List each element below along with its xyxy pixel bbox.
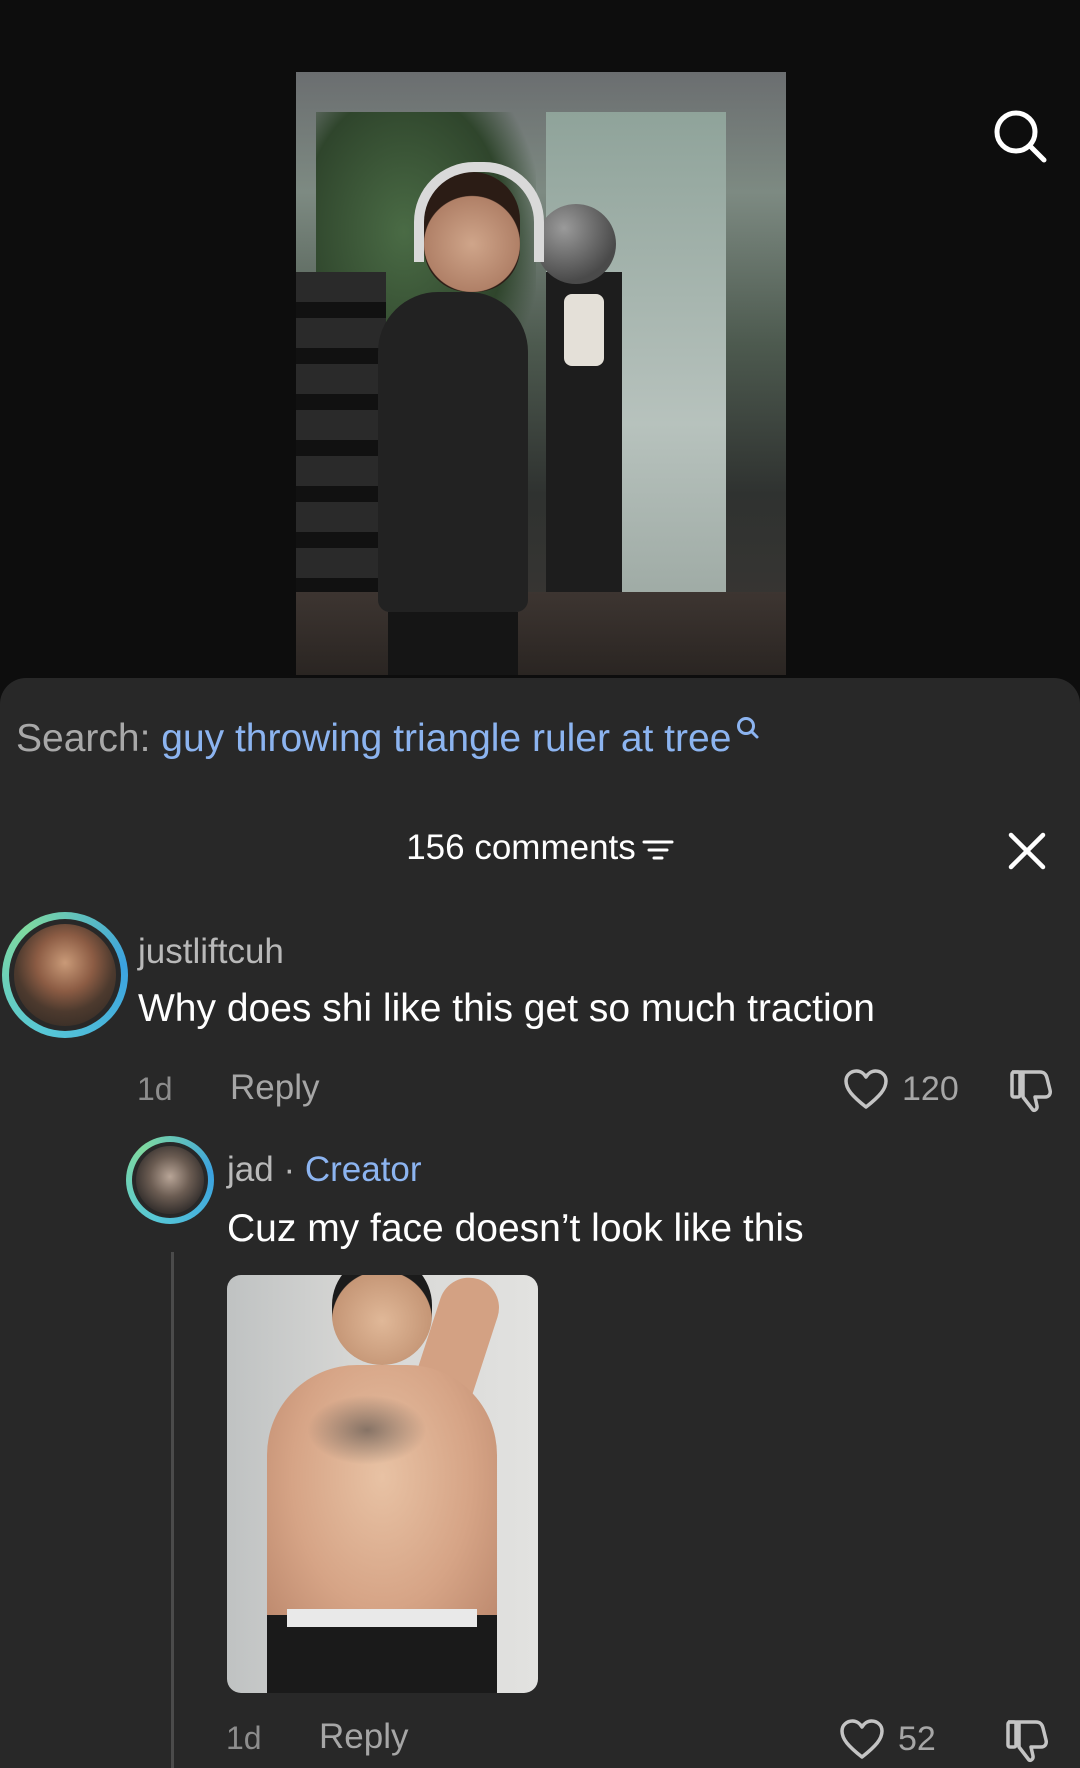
reply-button[interactable]: Reply	[230, 1068, 319, 1108]
like-count: 120	[902, 1070, 959, 1108]
username-separator: ·	[273, 1150, 305, 1189]
avatar[interactable]	[136, 1146, 204, 1214]
comment-text: Why does shi like this get so much tract…	[138, 987, 875, 1030]
thread-line	[171, 1252, 174, 1768]
video-area	[0, 0, 1080, 680]
search-suggestion[interactable]: Search: guy throwing triangle ruler at t…	[16, 717, 761, 761]
search-prefix: Search:	[16, 717, 151, 760]
thumbs-down-icon[interactable]	[1006, 1066, 1058, 1114]
creator-badge: Creator	[304, 1150, 422, 1189]
reply-username-text[interactable]: jad	[227, 1150, 274, 1189]
heart-icon[interactable]	[839, 1718, 885, 1760]
search-query-link[interactable]: guy throwing triangle ruler at tree	[161, 717, 731, 760]
avatar[interactable]	[14, 924, 116, 1026]
heart-icon[interactable]	[843, 1068, 889, 1110]
search-icon[interactable]	[990, 106, 1050, 166]
filter-icon[interactable]	[642, 837, 674, 863]
search-small-icon	[737, 717, 759, 739]
reply-time: 1d	[226, 1720, 262, 1756]
comment-time: 1d	[137, 1071, 173, 1107]
video-thumbnail[interactable]	[296, 72, 786, 675]
comments-count: 156 comments	[406, 828, 636, 867]
comments-header: 156 comments	[0, 828, 1080, 868]
thumbs-down-icon[interactable]	[1002, 1716, 1054, 1764]
comment-username[interactable]: justliftcuh	[138, 932, 284, 972]
reply-button[interactable]: Reply	[319, 1717, 408, 1757]
reply-text: Cuz my face doesn’t look like this	[227, 1207, 804, 1250]
close-icon[interactable]	[1006, 830, 1048, 872]
reply-username: jad · Creator	[227, 1150, 422, 1190]
like-count: 52	[898, 1720, 936, 1758]
reply-attached-image[interactable]	[227, 1275, 538, 1693]
